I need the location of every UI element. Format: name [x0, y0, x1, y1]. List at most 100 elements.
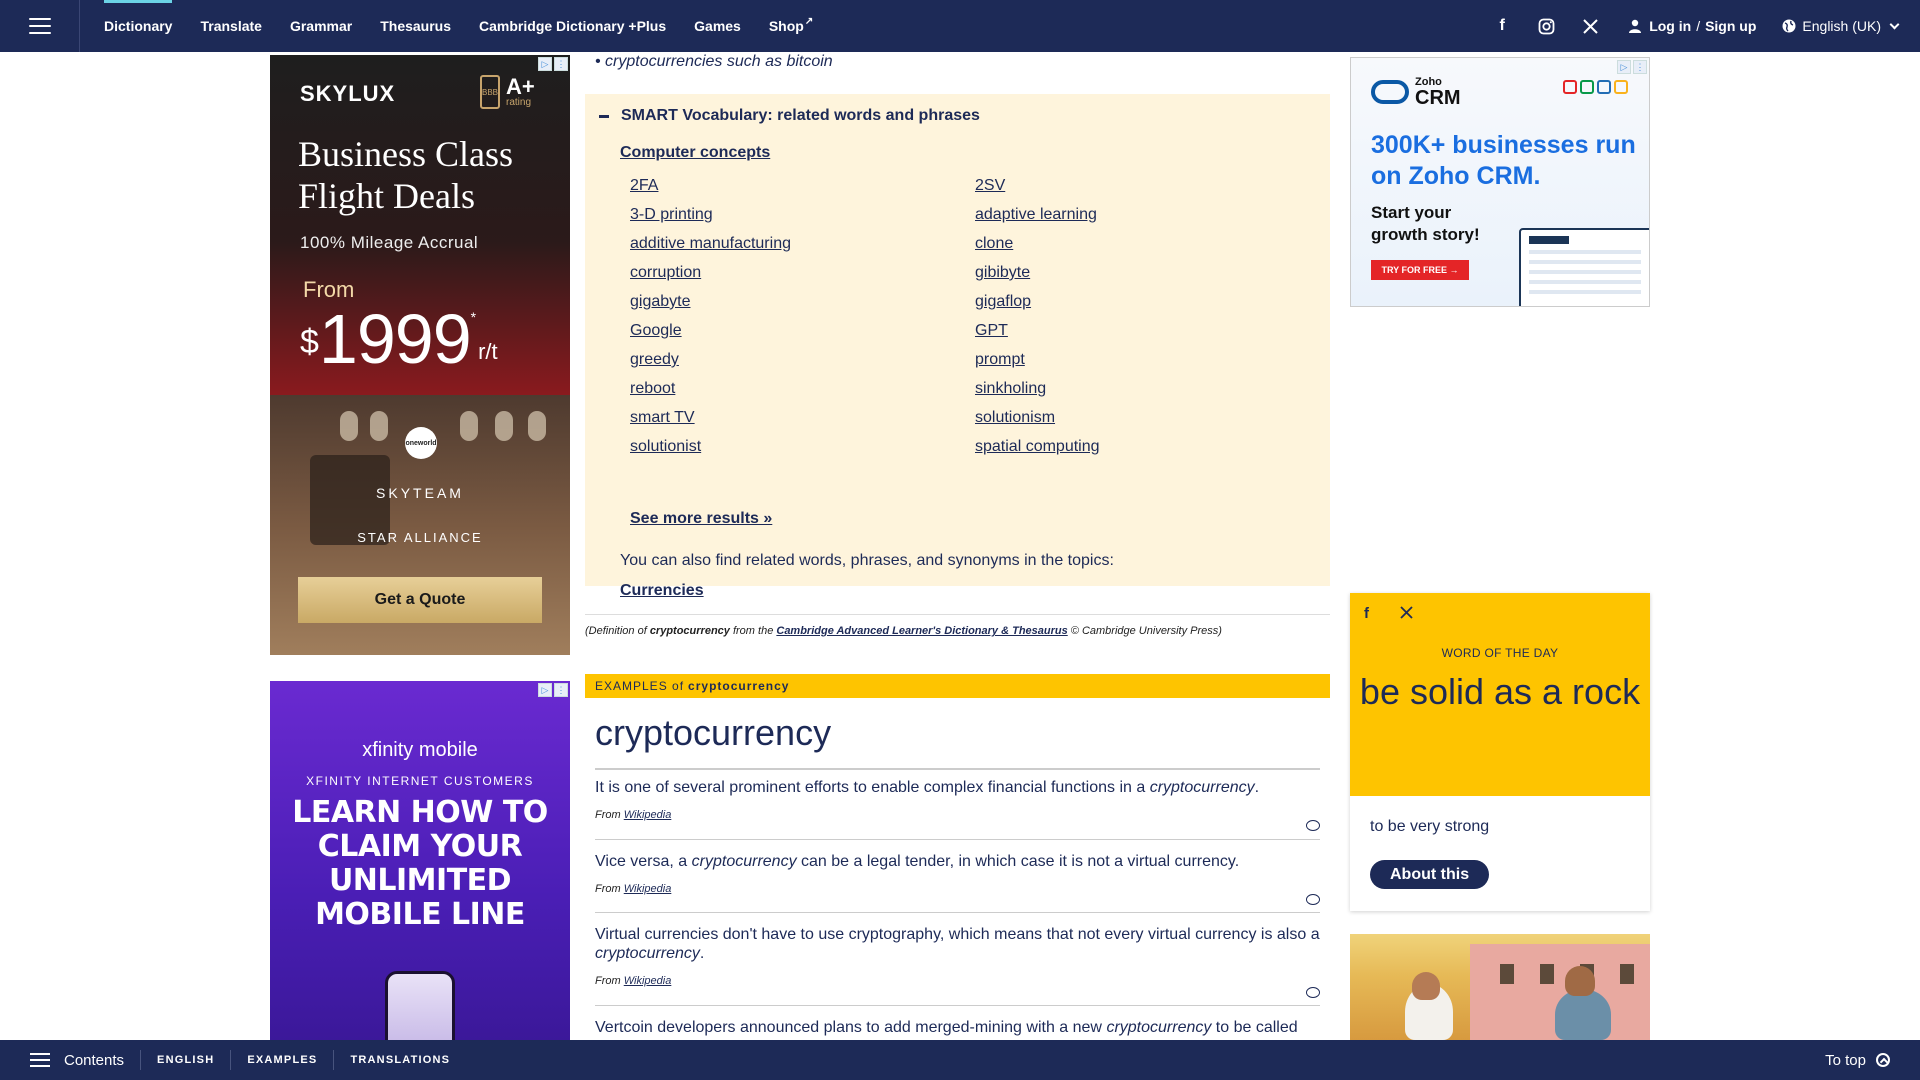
topic-link[interactable]: Computer concepts — [620, 144, 770, 162]
nav-thesaurus[interactable]: Thesaurus — [380, 0, 451, 52]
contents-menu-icon[interactable] — [30, 1053, 50, 1067]
related-word-link[interactable]: smart TV — [630, 403, 791, 432]
example-pre: Virtual currencies don't have to use cry… — [595, 926, 1320, 943]
example-term: cryptocurrency — [1106, 1019, 1212, 1036]
example-separator — [595, 839, 1320, 840]
ad-choices[interactable]: ▷ ⋮ — [1617, 60, 1647, 74]
related-word-link[interactable]: gibibyte — [975, 258, 1100, 287]
related-word-link[interactable]: additive manufacturing — [630, 229, 791, 258]
related-word-link[interactable]: gigabyte — [630, 287, 791, 316]
see-more-results-link[interactable]: See more results » — [630, 510, 772, 528]
related-word-link[interactable]: clone — [975, 229, 1100, 258]
adchoices-icon[interactable]: ▷ — [538, 57, 552, 71]
try-for-free-button[interactable]: TRY FOR FREE → — [1371, 260, 1469, 280]
ad-choices[interactable]: ▷ ⋮ — [538, 57, 568, 71]
jump-english[interactable]: ENGLISH — [140, 1050, 230, 1070]
skylux-ad[interactable]: SKYLUX BBB A+ rating Business Class Flig… — [270, 55, 570, 655]
comment-icon[interactable] — [1306, 820, 1320, 831]
about-this-button[interactable]: About this — [1370, 860, 1490, 889]
nav-translate[interactable]: Translate — [200, 0, 261, 52]
wotd-label: WORD OF THE DAY — [1441, 646, 1559, 660]
jump-translations[interactable]: TRANSLATIONS — [333, 1050, 466, 1070]
brand-box — [1580, 80, 1594, 94]
nav-plus[interactable]: Cambridge Dictionary +Plus — [479, 0, 666, 52]
ad-options-icon[interactable]: ⋮ — [554, 57, 568, 71]
photo-ad[interactable] — [1350, 934, 1650, 1040]
nav-shop[interactable]: Shop ↗ — [769, 0, 813, 52]
ad-options-icon[interactable]: ⋮ — [1633, 60, 1647, 74]
related-word-link[interactable]: reboot — [630, 374, 791, 403]
facebook-icon[interactable]: f — [1364, 605, 1369, 622]
login-label[interactable]: Log in — [1649, 18, 1691, 34]
example-term: cryptocurrency — [595, 945, 700, 962]
example-source-link[interactable]: Wikipedia — [624, 975, 672, 987]
get-quote-button[interactable]: Get a Quote — [298, 577, 542, 623]
nav-dictionary[interactable]: Dictionary — [104, 0, 173, 52]
nav-grammar[interactable]: Grammar — [290, 0, 352, 52]
related-word-link[interactable]: gigaflop — [975, 287, 1100, 316]
instagram-icon[interactable] — [1536, 16, 1556, 36]
facebook-icon[interactable]: f — [1492, 16, 1512, 36]
related-word-link[interactable]: 2FA — [630, 171, 791, 200]
window-shape — [1500, 964, 1514, 984]
example-pre: It is one of several prominent efforts t… — [595, 779, 1150, 796]
related-word-link[interactable]: corruption — [630, 258, 791, 287]
related-word-link[interactable]: greedy — [630, 345, 791, 374]
smart-vocabulary-title: SMART Vocabulary: related words and phra… — [621, 107, 980, 124]
example-term: cryptocurrency — [691, 853, 797, 870]
ad-options-icon[interactable]: ⋮ — [554, 683, 568, 697]
nav-right: f Log in / Sign up English (UK) — [1480, 0, 1920, 52]
related-word-link[interactable]: solutionist — [630, 432, 791, 461]
comment-icon[interactable] — [1306, 894, 1320, 905]
login-signup[interactable]: Log in / Sign up — [1628, 18, 1756, 34]
related-word-link[interactable]: 3-D printing — [630, 200, 791, 229]
contents-button[interactable]: Contents — [64, 1052, 124, 1069]
skylux-headline: Business Class Flight Deals — [298, 134, 514, 216]
related-word-link[interactable]: prompt — [975, 345, 1100, 374]
zoho-logo: Zoho CRM — [1371, 76, 1461, 108]
related-word-link[interactable]: spatial computing — [975, 432, 1100, 461]
ad-choices[interactable]: ▷ ⋮ — [538, 683, 568, 697]
to-top-button[interactable]: To top — [1825, 1052, 1890, 1069]
language-selector[interactable]: English (UK) — [1782, 18, 1900, 34]
examples-word: cryptocurrency — [688, 679, 790, 693]
from-label: From — [595, 809, 621, 821]
wotd-word[interactable]: be solid as a rock — [1350, 667, 1650, 717]
smart-vocabulary-toggle[interactable]: SMART Vocabulary: related words and phra… — [599, 107, 980, 125]
jump-examples[interactable]: EXAMPLES — [230, 1050, 333, 1070]
adchoices-icon[interactable]: ▷ — [538, 683, 552, 697]
signup-label[interactable]: Sign up — [1705, 18, 1756, 34]
external-link-icon: ↗ — [804, 15, 814, 27]
example-source-link[interactable]: Wikipedia — [624, 809, 672, 821]
x-icon[interactable] — [1580, 16, 1600, 36]
example-post: to be called — [1211, 1019, 1298, 1036]
source-dictionary-link[interactable]: Cambridge Advanced Learner's Dictionary … — [776, 625, 1067, 637]
price-currency: $ — [300, 323, 319, 361]
example-source-link[interactable]: Wikipedia — [624, 883, 672, 895]
example-text: Vertcoin developers announced plans to a… — [595, 1018, 1320, 1037]
x-icon[interactable] — [1400, 606, 1413, 623]
menu-button[interactable] — [0, 0, 80, 52]
adchoices-icon[interactable]: ▷ — [1617, 60, 1631, 74]
source-suffix: © Cambridge University Press) — [1067, 625, 1222, 637]
price-suffix: r/t — [478, 339, 498, 364]
price-asterisk: * — [470, 309, 477, 325]
divider — [585, 614, 1330, 615]
window-shape — [1620, 964, 1634, 984]
currencies-topic-link[interactable]: Currencies — [620, 582, 704, 600]
person-shape — [1555, 989, 1611, 1040]
zoho-brand-boxes — [1563, 80, 1628, 94]
related-word-link[interactable]: solutionism — [975, 403, 1100, 432]
nav-games[interactable]: Games — [694, 0, 741, 52]
related-word-link[interactable]: 2SV — [975, 171, 1100, 200]
xfinity-ad[interactable]: xfinity mobile XFINITY INTERNET CUSTOMER… — [270, 681, 570, 1041]
user-icon — [1629, 19, 1642, 33]
related-word-link[interactable]: sinkholing — [975, 374, 1100, 403]
example-separator — [595, 912, 1320, 913]
related-word-link[interactable]: adaptive learning — [975, 200, 1100, 229]
zoho-ad[interactable]: Zoho CRM 300K+ businesses run on Zoho CRM… — [1350, 57, 1650, 307]
comment-icon[interactable] — [1306, 987, 1320, 998]
related-word-link[interactable]: GPT — [975, 316, 1100, 345]
related-word-link[interactable]: Google — [630, 316, 791, 345]
examples-rule — [595, 768, 1320, 770]
